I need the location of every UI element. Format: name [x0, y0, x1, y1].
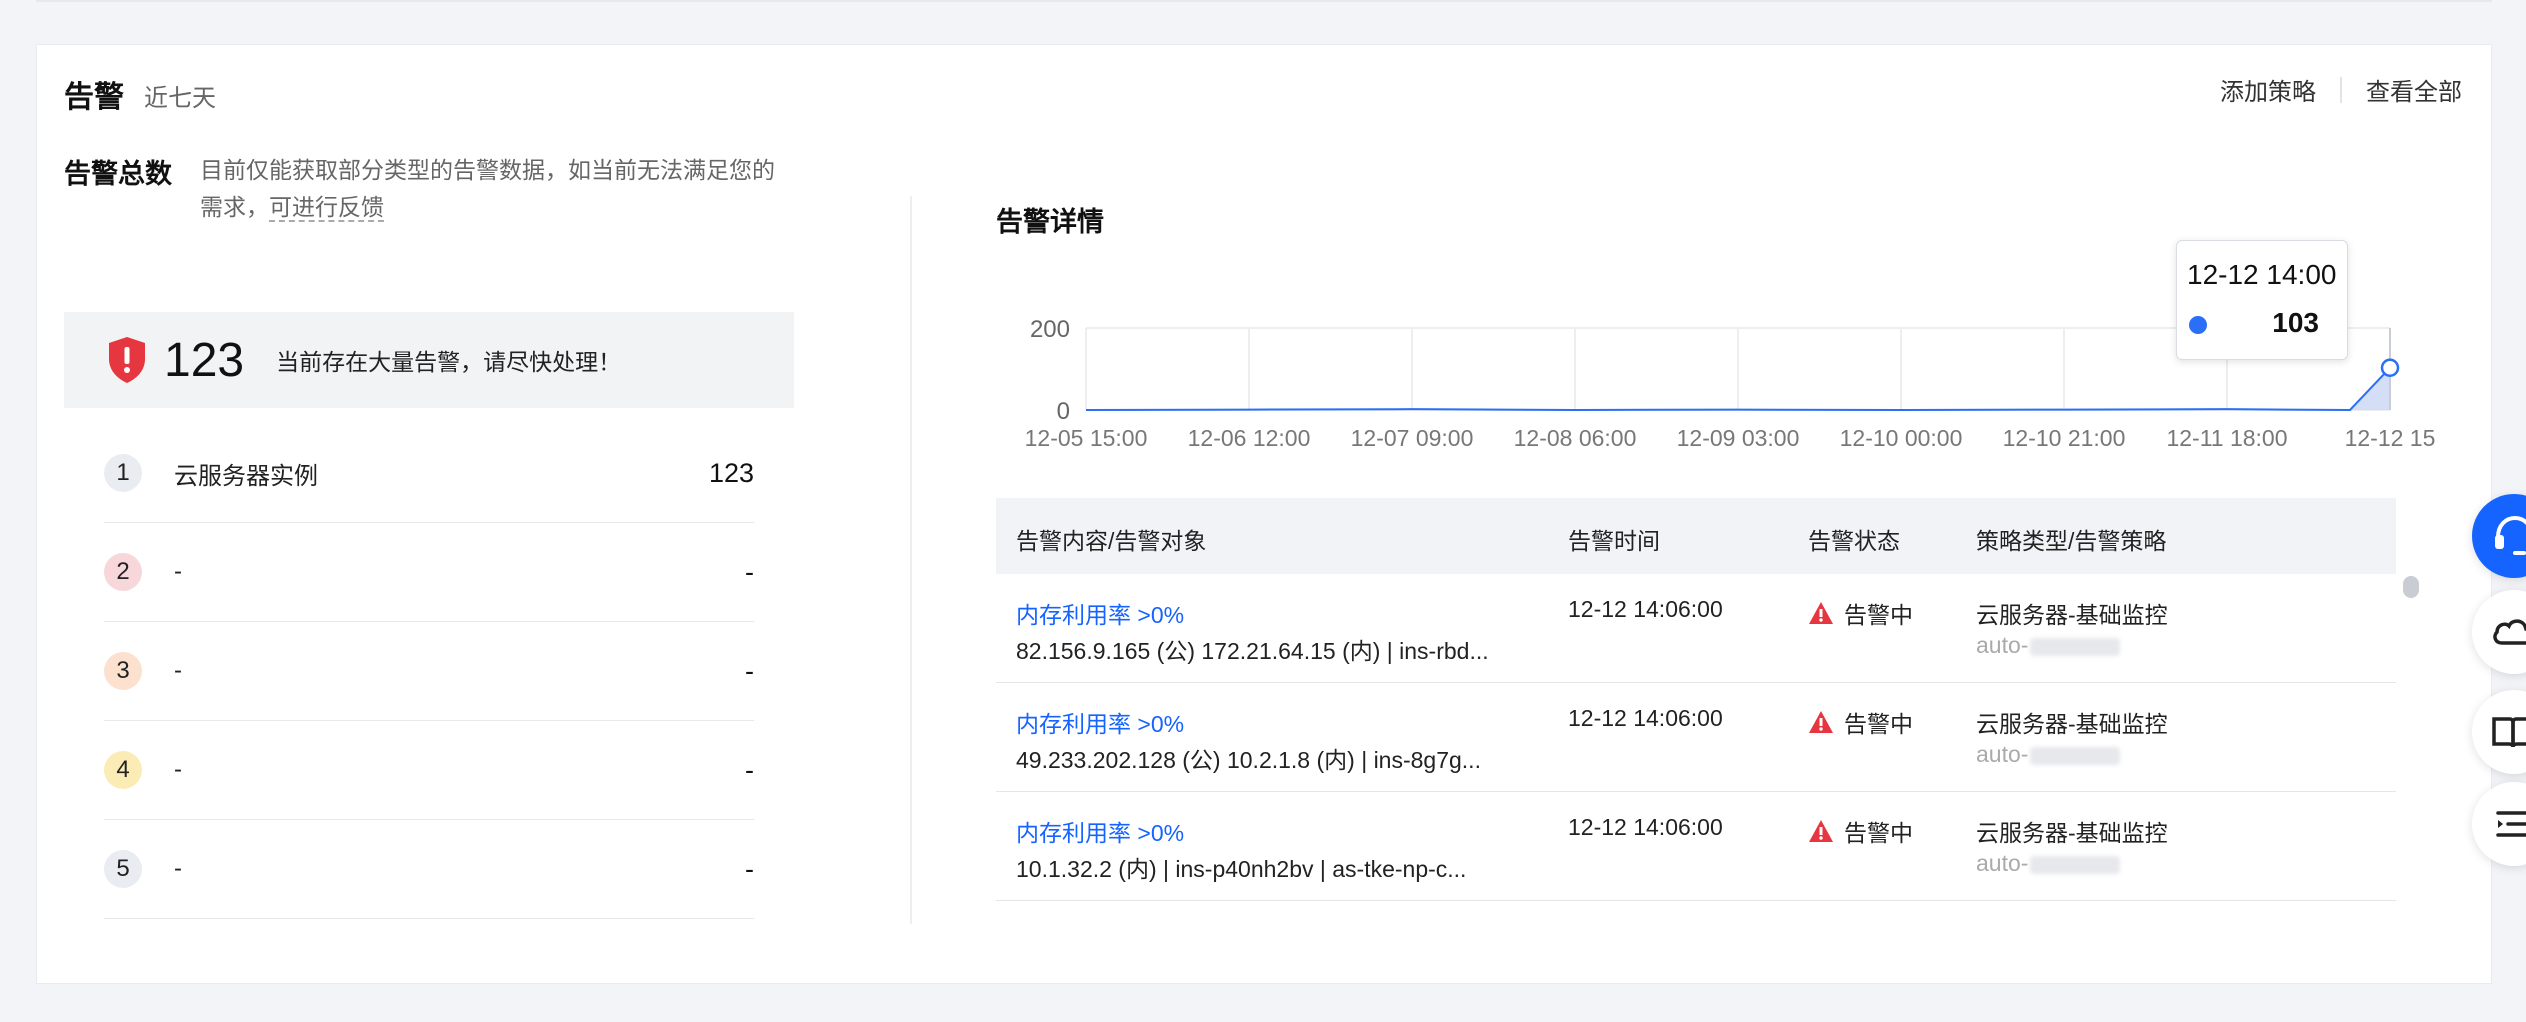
x-tick-label: 12-11 18:00 — [2166, 425, 2287, 451]
x-tick-label: 12-06 12:00 — [1188, 425, 1311, 451]
top-strip — [36, 0, 2492, 2]
alarm-status-text: 告警中 — [1844, 820, 1913, 846]
x-tick-label: 12-08 06:00 — [1514, 425, 1637, 451]
column-header-content: 告警内容/告警对象 — [1016, 528, 1207, 554]
tooltip-value: 103 — [2272, 307, 2319, 338]
alarm-time: 12-12 14:06:00 — [1568, 705, 1723, 731]
rank-list: 1 云服务器实例 123 2 - - 3 - - 4 - - 5 - - — [104, 424, 754, 919]
alarm-table: 告警内容/告警对象 告警时间 告警状态 策略类型/告警策略 内存利用率 >0% … — [996, 498, 2396, 922]
warning-triangle-icon — [1809, 820, 1833, 842]
alarm-policy-name: auto- — [1976, 632, 2121, 659]
detail-title: 告警详情 — [996, 207, 1104, 237]
x-tick-label: 12-10 21:00 — [2003, 425, 2126, 451]
rank-badge: 2 — [104, 553, 142, 591]
warning-triangle-icon — [1809, 602, 1833, 624]
table-row[interactable]: 内存利用率 >0% 10.1.32.2 (内) | ins-p40nh2bv |… — [996, 792, 2396, 901]
column-header-status: 告警状态 — [1808, 528, 1900, 554]
alarm-status-text: 告警中 — [1844, 711, 1913, 737]
rank-value: - — [745, 754, 754, 785]
x-tick-label: 12-12 15 — [2345, 425, 2436, 451]
redacted-block — [2030, 746, 2121, 765]
cloud-icon — [2493, 619, 2526, 645]
column-header-time: 告警时间 — [1568, 528, 1660, 554]
redacted-block — [2030, 637, 2121, 656]
list-item[interactable]: 2 - - — [104, 523, 754, 622]
table-header: 告警内容/告警对象 告警时间 告警状态 策略类型/告警策略 — [996, 498, 2396, 574]
tooltip-series-dot — [2189, 316, 2207, 334]
alarm-policy-type: 云服务器-基础监控 — [1976, 602, 2168, 628]
list-icon — [2496, 811, 2526, 837]
rank-badge: 3 — [104, 652, 142, 690]
alarm-object: 82.156.9.165 (公) 172.21.64.15 (内) | ins-… — [1016, 638, 1489, 664]
rank-name: - — [174, 558, 182, 585]
alarm-policy-prefix: auto- — [1976, 741, 2029, 767]
list-item[interactable]: 5 - - — [104, 820, 754, 919]
x-tick-label: 12-07 09:00 — [1351, 425, 1474, 451]
alarm-name-link[interactable]: 内存利用率 >0% — [1016, 596, 1184, 630]
tooltip-time: 12-12 14:00 — [2187, 259, 2337, 290]
alarm-status-text: 告警中 — [1844, 602, 1913, 628]
alarm-status: 告警中 — [1808, 705, 1913, 739]
x-tick-label: 12-05 15:00 — [1025, 425, 1148, 451]
rank-badge: 4 — [104, 751, 142, 789]
card-title: 告警 — [64, 81, 124, 114]
list-item[interactable]: 1 云服务器实例 123 — [104, 424, 754, 523]
book-icon — [2492, 717, 2526, 748]
alarm-policy-name: auto- — [1976, 850, 2121, 877]
warning-triangle-icon — [1809, 711, 1833, 733]
rank-name: - — [174, 756, 182, 783]
add-policy-link[interactable]: 添加策略 — [2220, 72, 2316, 107]
shield-alert-icon — [109, 337, 145, 383]
card-subtitle: 近七天 — [144, 85, 216, 112]
header-actions: 添加策略 查看全部 — [2220, 72, 2462, 107]
x-tick-label: 12-09 03:00 — [1677, 425, 1800, 451]
alarm-count-banner: 123 当前存在大量告警，请尽快处理！ — [64, 312, 794, 408]
summary-note: 目前仅能获取部分类型的告警数据，如当前无法满足您的需求，可进行反馈 — [200, 152, 794, 226]
redacted-block — [2030, 855, 2121, 874]
list-item[interactable]: 4 - - — [104, 721, 754, 820]
rank-value: 123 — [708, 457, 754, 488]
rank-name: - — [174, 855, 182, 882]
alarm-policy-prefix: auto- — [1976, 850, 2029, 876]
summary-title: 告警总数 — [64, 159, 172, 189]
alarm-total-count: 123 — [164, 333, 245, 387]
feedback-link[interactable]: 可进行反馈 — [269, 194, 384, 222]
table-row[interactable]: 内存利用率 >0% 82.156.9.165 (公) 172.21.64.15 … — [996, 574, 2396, 683]
alarm-object: 49.233.202.128 (公) 10.2.1.8 (内) | ins-8g… — [1016, 747, 1481, 773]
view-all-link[interactable]: 查看全部 — [2366, 72, 2462, 107]
alarm-policy-type: 云服务器-基础监控 — [1976, 711, 2168, 737]
alarm-time: 12-12 14:06:00 — [1568, 814, 1723, 840]
rank-value: - — [745, 853, 754, 884]
alarm-policy-prefix: auto- — [1976, 632, 2029, 658]
alarm-status: 告警中 — [1808, 814, 1913, 848]
table-row[interactable]: 内存利用率 >0% 49.233.202.128 (公) 10.2.1.8 (内… — [996, 683, 2396, 792]
rank-value: - — [745, 655, 754, 686]
y-tick-label: 0 — [1057, 398, 1070, 425]
data-point — [2380, 358, 2400, 378]
alarm-object: 10.1.32.2 (内) | ins-p40nh2bv | as-tke-np… — [1016, 856, 1467, 882]
alarm-time: 12-12 14:06:00 — [1568, 596, 1723, 622]
alarm-name-link[interactable]: 内存利用率 >0% — [1016, 705, 1184, 739]
alarm-policy-name: auto- — [1976, 741, 2121, 768]
panel-divider — [910, 196, 912, 924]
column-header-policy: 策略类型/告警策略 — [1976, 528, 2167, 554]
action-separator — [2340, 76, 2342, 103]
rank-name: 云服务器实例 — [174, 462, 318, 490]
chart-tooltip: 12-12 14:00 103 — [2176, 240, 2348, 360]
rank-name: - — [174, 657, 182, 684]
scrollbar-thumb[interactable] — [2403, 576, 2419, 598]
table-scrollbar[interactable] — [2400, 574, 2420, 920]
x-tick-label: 12-10 00:00 — [1840, 425, 1963, 451]
alarm-warning-message: 当前存在大量告警，请尽快处理！ — [276, 349, 622, 375]
alarm-policy-type: 云服务器-基础监控 — [1976, 820, 2168, 846]
rank-badge: 5 — [104, 850, 142, 888]
rank-badge: 1 — [104, 454, 142, 492]
alarm-status: 告警中 — [1808, 596, 1913, 630]
rank-value: - — [745, 556, 754, 587]
alarm-name-link[interactable]: 内存利用率 >0% — [1016, 814, 1184, 848]
y-tick-label: 200 — [1030, 316, 1070, 343]
list-item[interactable]: 3 - - — [104, 622, 754, 721]
headset-icon — [2495, 515, 2526, 555]
